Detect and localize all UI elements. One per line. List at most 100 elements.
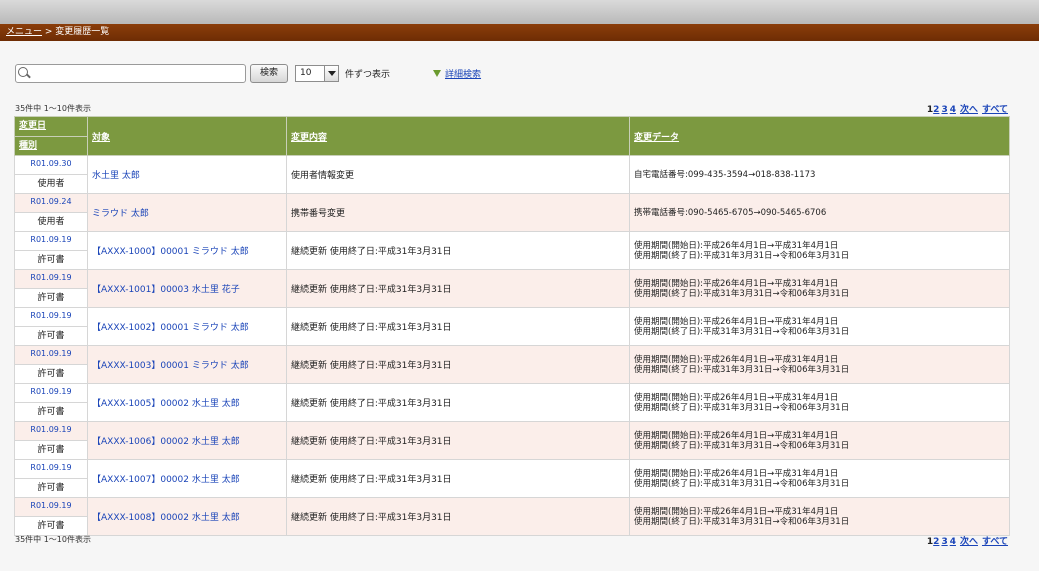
table-row: R01.09.19 許可書 【AXXX-1002】00001 ミラウド 太郎 継続更新… xyxy=(14,307,1010,346)
table-row: R01.09.19 許可書 【AXXX-1005】00002 水土里 太郎 継続更新 … xyxy=(14,383,1010,422)
content-cell: 継続更新 使用終了日:平成31年3月31日 xyxy=(286,383,630,422)
sort-data-link[interactable]: 変更データ xyxy=(634,133,679,143)
breadcrumb-separator: > xyxy=(42,27,56,37)
table-header: 変更日 種別 対象 変更内容 変更データ xyxy=(14,116,1010,156)
change-date: R01.09.19 xyxy=(30,235,72,244)
target-cell[interactable]: 水土里 太郎 xyxy=(87,155,287,194)
header-content: 変更内容 xyxy=(286,116,630,156)
advanced-search-link[interactable]: 詳細検索 xyxy=(445,67,481,80)
table-row: R01.09.24 使用者 ミラウド 太郎 携帯番号変更 携帯電話番号:090-5465… xyxy=(14,193,1010,232)
change-type: 使用者 xyxy=(15,174,87,193)
header-date-type: 変更日 種別 xyxy=(14,116,88,156)
page-3-link[interactable]: 3 xyxy=(941,537,947,547)
target-cell[interactable]: 【AXXX-1001】00003 水土里 花子 xyxy=(87,269,287,308)
per-page-label: 件ずつ表示 xyxy=(345,69,391,80)
date-type-cell: R01.09.19 許可書 xyxy=(14,421,88,460)
sort-target-link[interactable]: 対象 xyxy=(92,133,110,143)
target-cell[interactable]: 【AXXX-1005】00002 水土里 太郎 xyxy=(87,383,287,422)
breadcrumb-menu-link[interactable]: メニュー xyxy=(6,27,42,37)
search-icon xyxy=(18,66,28,77)
content-cell: 使用者情報変更 xyxy=(286,155,630,194)
advanced-search[interactable]: 詳細検索 xyxy=(433,67,481,80)
target-cell[interactable]: 【AXXX-1000】00001 ミラウド 太郎 xyxy=(87,231,287,270)
change-data-line: 使用期間(開始日):平成26年4月1日→平成31年4月1日 xyxy=(634,392,839,403)
summary-bottom: 35件中 1〜10件表示 xyxy=(15,535,91,544)
change-data-line: 使用期間(終了日):平成31年3月31日→令和06年3月31日 xyxy=(634,326,850,337)
breadcrumb: メニュー > 変更履歴一覧 xyxy=(0,24,1039,41)
search-button[interactable]: 検索 xyxy=(250,63,288,83)
per-page-select[interactable]: 10 xyxy=(295,64,339,82)
change-data-line: 使用期間(開始日):平成26年4月1日→平成31年4月1日 xyxy=(634,240,839,251)
date-type-cell: R01.09.19 許可書 xyxy=(14,231,88,270)
date-type-cell: R01.09.19 許可書 xyxy=(14,307,88,346)
search-input[interactable] xyxy=(15,63,246,83)
change-type: 許可書 xyxy=(15,326,87,345)
data-cell: 使用期間(開始日):平成26年4月1日→平成31年4月1日 使用期間(終了日):平… xyxy=(629,459,1010,498)
all-link[interactable]: すべて xyxy=(982,537,1008,547)
header-data: 変更データ xyxy=(629,116,1010,156)
target-cell[interactable]: 【AXXX-1006】00002 水土里 太郎 xyxy=(87,421,287,460)
data-cell: 使用期間(開始日):平成26年4月1日→平成31年4月1日 使用期間(終了日):平… xyxy=(629,231,1010,270)
target-cell[interactable]: 【AXXX-1008】00002 水土里 太郎 xyxy=(87,497,287,536)
breadcrumb-current: 変更履歴一覧 xyxy=(55,27,110,37)
data-cell: 使用期間(開始日):平成26年4月1日→平成31年4月1日 使用期間(終了日):平… xyxy=(629,497,1010,536)
date-type-cell: R01.09.24 使用者 xyxy=(14,193,88,232)
pagination-bottom: 12 3 4 次へ すべて xyxy=(925,534,1008,547)
page-2-link[interactable]: 2 xyxy=(933,105,939,115)
change-type: 使用者 xyxy=(15,212,87,231)
change-date: R01.09.19 xyxy=(15,270,87,288)
next-link[interactable]: 次へ xyxy=(960,537,978,547)
data-cell: 使用期間(開始日):平成26年4月1日→平成31年4月1日 使用期間(終了日):平… xyxy=(629,383,1010,422)
change-data-line: 使用期間(終了日):平成31年3月31日→令和06年3月31日 xyxy=(634,402,850,413)
target-cell[interactable]: ミラウド 太郎 xyxy=(87,193,287,232)
change-data-line: 携帯電話番号:090-5465-6705→090-5465-6706 xyxy=(634,207,827,218)
change-data-line: 使用期間(開始日):平成26年4月1日→平成31年4月1日 xyxy=(634,430,839,441)
change-data-line: 使用期間(終了日):平成31年3月31日→令和06年3月31日 xyxy=(634,516,850,527)
change-type: 許可書 xyxy=(15,440,87,459)
content-cell: 携帯番号変更 xyxy=(286,193,630,232)
change-date: R01.09.19 xyxy=(15,422,87,440)
change-type: 許可書 xyxy=(15,364,87,383)
change-data-line: 使用期間(終了日):平成31年3月31日→令和06年3月31日 xyxy=(634,440,850,451)
summary-top: 35件中 1〜10件表示 xyxy=(15,104,91,113)
change-data-line: 使用期間(開始日):平成26年4月1日→平成31年4月1日 xyxy=(634,506,839,517)
date-type-cell: R01.09.30 使用者 xyxy=(14,155,88,194)
data-cell: 使用期間(開始日):平成26年4月1日→平成31年4月1日 使用期間(終了日):平… xyxy=(629,421,1010,460)
top-bar xyxy=(0,0,1039,24)
content-cell: 継続更新 使用終了日:平成31年3月31日 xyxy=(286,269,630,308)
change-data-line: 自宅電話番号:099-435-3594→018-838-1173 xyxy=(634,169,816,180)
change-type: 許可書 xyxy=(15,288,87,307)
sort-date-link[interactable]: 変更日 xyxy=(19,121,46,131)
page-4-link[interactable]: 4 xyxy=(950,105,956,115)
table-row: R01.09.19 許可書 【AXXX-1007】00002 水土里 太郎 継続更新 … xyxy=(14,459,1010,498)
next-link[interactable]: 次へ xyxy=(960,105,978,115)
date-type-cell: R01.09.19 許可書 xyxy=(14,345,88,384)
content-cell: 継続更新 使用終了日:平成31年3月31日 xyxy=(286,459,630,498)
data-cell: 自宅電話番号:099-435-3594→018-838-1173 xyxy=(629,155,1010,194)
data-cell: 使用期間(開始日):平成26年4月1日→平成31年4月1日 使用期間(終了日):平… xyxy=(629,307,1010,346)
change-data-line: 使用期間(開始日):平成26年4月1日→平成31年4月1日 xyxy=(634,354,839,365)
target-cell[interactable]: 【AXXX-1007】00002 水土里 太郎 xyxy=(87,459,287,498)
change-date: R01.09.24 xyxy=(15,194,87,212)
change-data-line: 使用期間(終了日):平成31年3月31日→令和06年3月31日 xyxy=(634,250,850,261)
all-link[interactable]: すべて xyxy=(982,105,1008,115)
change-date: R01.09.19 xyxy=(30,463,72,472)
table-row: R01.09.19 許可書 【AXXX-1006】00002 水土里 太郎 継続更新 … xyxy=(14,421,1010,460)
target-cell[interactable]: 【AXXX-1002】00001 ミラウド 太郎 xyxy=(87,307,287,346)
change-data-line: 使用期間(終了日):平成31年3月31日→令和06年3月31日 xyxy=(634,288,850,299)
data-cell: 携帯電話番号:090-5465-6705→090-5465-6706 xyxy=(629,193,1010,232)
page-4-link[interactable]: 4 xyxy=(950,537,956,547)
triangle-down-icon xyxy=(433,69,442,77)
table-row: R01.09.19 許可書 【AXXX-1003】00001 ミラウド 太郎 継続更新… xyxy=(14,345,1010,384)
change-type: 許可書 xyxy=(15,402,87,421)
table-row: R01.09.19 許可書 【AXXX-1000】00001 ミラウド 太郎 継続更新… xyxy=(14,231,1010,270)
page-2-link[interactable]: 2 xyxy=(933,537,939,547)
sort-type-link[interactable]: 種別 xyxy=(19,141,37,151)
change-date: R01.09.19 xyxy=(30,387,72,396)
page-3-link[interactable]: 3 xyxy=(941,105,947,115)
target-cell[interactable]: 【AXXX-1003】00001 ミラウド 太郎 xyxy=(87,345,287,384)
content-cell: 継続更新 使用終了日:平成31年3月31日 xyxy=(286,307,630,346)
chevron-down-icon xyxy=(324,65,338,81)
sort-content-link[interactable]: 変更内容 xyxy=(291,133,327,143)
change-data-line: 使用期間(終了日):平成31年3月31日→令和06年3月31日 xyxy=(634,478,850,489)
